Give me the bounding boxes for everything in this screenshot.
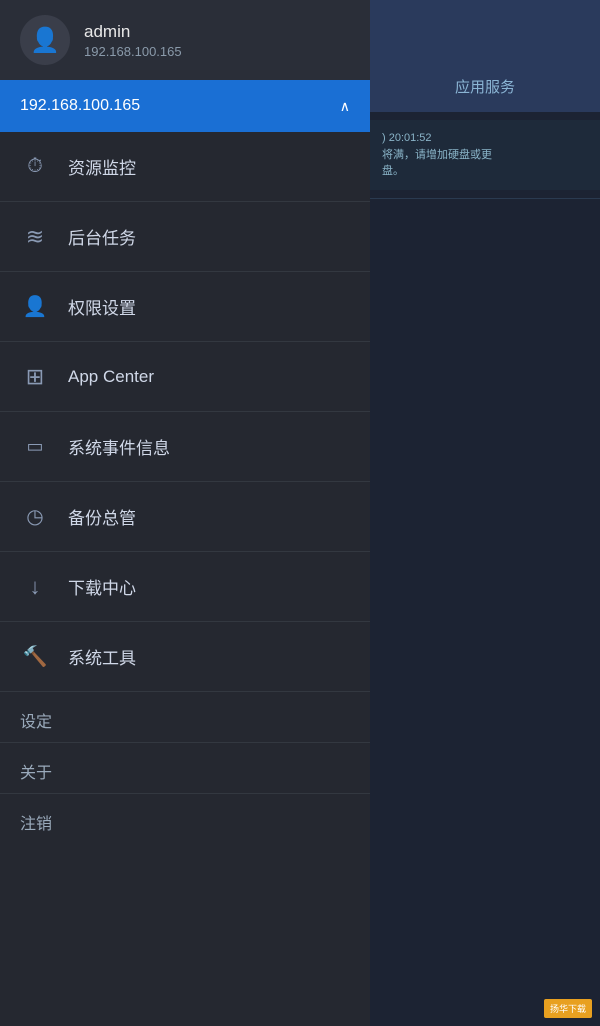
active-server-row[interactable]: 192.168.100.165 ∧ <box>0 80 370 132</box>
permissions-label: 权限设置 <box>68 294 136 319</box>
settings-section[interactable]: 设定 <box>0 692 370 742</box>
download-center-label: 下载中心 <box>68 574 136 599</box>
notification-text: 将满，请增加硬盘或更盘。 <box>382 149 492 178</box>
right-header: 应用服务 <box>370 0 600 112</box>
permissions-icon: 👤 <box>20 292 50 322</box>
background-tasks-icon: ≋ <box>20 222 50 252</box>
user-ip: 192.168.100.165 <box>84 44 182 59</box>
resource-monitor-label: 资源监控 <box>68 154 136 179</box>
user-info: admin 192.168.100.165 <box>84 22 182 59</box>
system-tools-label: 系统工具 <box>68 644 136 669</box>
settings-label: 设定 <box>20 714 52 731</box>
avatar-icon: 👤 <box>30 26 60 55</box>
menu-item-resource-monitor[interactable]: ⏱ 资源监控 <box>0 132 370 202</box>
backup-manager-icon: ◷ <box>20 502 50 532</box>
system-events-icon: ▭ <box>20 432 50 462</box>
resource-monitor-icon: ⏱ <box>20 152 50 182</box>
backup-manager-label: 备份总管 <box>68 504 136 529</box>
username: admin <box>84 22 182 42</box>
system-events-label: 系统事件信息 <box>68 434 170 459</box>
about-section[interactable]: 关于 <box>0 743 370 793</box>
notification-time: ) 20:01:52 <box>382 132 432 144</box>
menu-item-app-center[interactable]: ⊞ App Center <box>0 342 370 412</box>
right-panel: 应用服务 ) 20:01:52 将满，请增加硬盘或更盘。 LAN 1 LAN 2… <box>370 0 600 1026</box>
active-server-label: 192.168.100.165 <box>20 97 140 115</box>
system-tools-icon: 🔨 <box>20 642 50 672</box>
user-header: 👤 admin 192.168.100.165 <box>0 0 370 80</box>
menu-item-background-tasks[interactable]: ≋ 后台任务 <box>0 202 370 272</box>
app-center-icon: ⊞ <box>20 362 50 392</box>
chevron-up-icon: ∧ <box>340 98 350 115</box>
notification-area: ) 20:01:52 将满，请增加硬盘或更盘。 <box>370 120 600 190</box>
menu-item-download-center[interactable]: ↓ 下载中心 <box>0 552 370 622</box>
app-center-label: App Center <box>68 367 154 387</box>
download-center-icon: ↓ <box>20 572 50 602</box>
menu-item-backup-manager[interactable]: ◷ 备份总管 <box>0 482 370 552</box>
logout-section[interactable]: 注销 <box>0 794 370 844</box>
background-tasks-label: 后台任务 <box>68 224 136 249</box>
right-divider <box>370 198 600 199</box>
watermark: 扬华下载 <box>544 999 592 1018</box>
logout-label: 注销 <box>20 816 52 833</box>
menu-item-system-tools[interactable]: 🔨 系统工具 <box>0 622 370 692</box>
menu-item-system-events[interactable]: ▭ 系统事件信息 <box>0 412 370 482</box>
menu-panel: 👤 admin 192.168.100.165 192.168.100.165 … <box>0 0 370 1026</box>
avatar: 👤 <box>20 15 70 65</box>
about-label: 关于 <box>20 765 52 782</box>
app-service-label: 应用服务 <box>455 76 515 97</box>
menu-item-permissions[interactable]: 👤 权限设置 <box>0 272 370 342</box>
